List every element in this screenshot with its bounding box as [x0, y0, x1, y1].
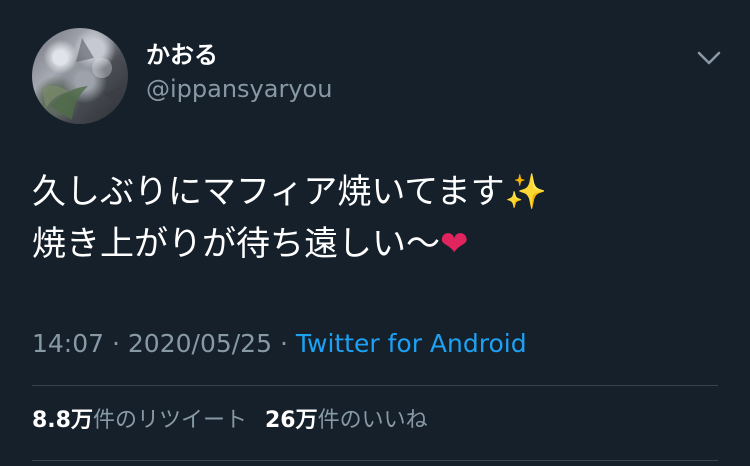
- like-label: 件のいいね: [317, 408, 428, 433]
- divider: [32, 460, 718, 461]
- avatar[interactable]: [32, 28, 128, 124]
- retweet-count: 8.8万: [32, 408, 93, 433]
- tweet-detail: かおる @ippansyaryou 久しぶりにマフィア焼いてます✨ 焼き上がりが…: [0, 0, 750, 466]
- tweet-meta: 14:07 · 2020/05/25 · Twitter for Android: [32, 328, 527, 360]
- meta-separator: ·: [112, 329, 120, 358]
- sparkles-icon: ✨: [504, 172, 547, 212]
- tweet-date[interactable]: 2020/05/25: [128, 329, 272, 358]
- tweet-line-1-text: 久しぶりにマフィア焼いてます: [32, 172, 505, 212]
- tweet-time[interactable]: 14:07: [32, 329, 104, 358]
- tweet-line-1: 久しぶりにマフィア焼いてます✨: [32, 166, 722, 218]
- tweet-text: 久しぶりにマフィア焼いてます✨ 焼き上がりが待ち遠しい〜❤: [32, 166, 722, 270]
- like-count: 26万: [265, 408, 318, 433]
- tweet-line-2-text: 焼き上がりが待ち遠しい〜: [32, 224, 440, 264]
- divider: [32, 385, 718, 386]
- avatar-image: [42, 38, 122, 120]
- meta-separator: ·: [279, 329, 288, 358]
- user-handle[interactable]: @ippansyaryou: [146, 74, 332, 104]
- retweets-stat[interactable]: 8.8万件のリツイート: [32, 408, 247, 433]
- display-name[interactable]: かおる: [146, 40, 218, 70]
- chevron-down-icon[interactable]: [694, 46, 724, 70]
- likes-stat[interactable]: 26万件のいいね: [265, 408, 428, 433]
- tweet-line-2: 焼き上がりが待ち遠しい〜❤: [32, 218, 722, 270]
- tweet-stats: 8.8万件のリツイート 26万件のいいね: [32, 406, 428, 436]
- retweet-label: 件のリツイート: [92, 408, 247, 433]
- heart-icon: ❤: [440, 224, 469, 264]
- tweet-source-link[interactable]: Twitter for Android: [296, 329, 527, 358]
